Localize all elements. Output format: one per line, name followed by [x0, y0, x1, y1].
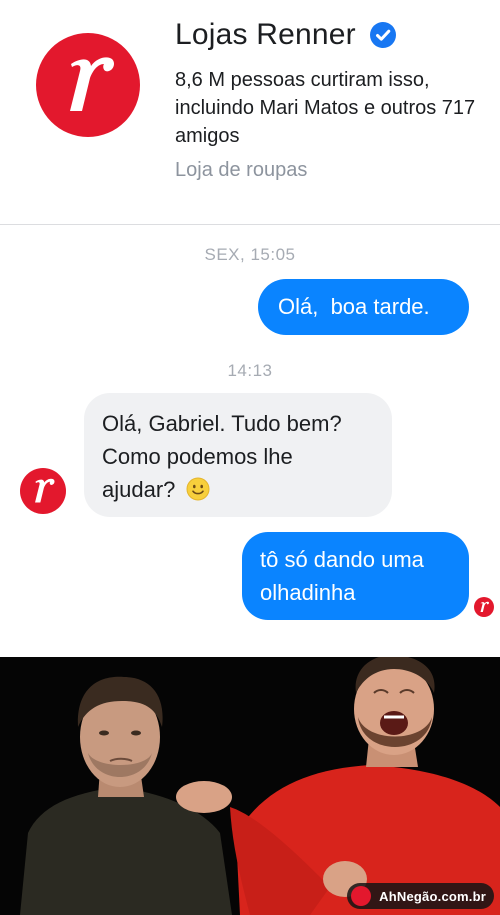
message-text-line: ajudar?: [102, 473, 392, 506]
sender-avatar[interactable]: [20, 468, 66, 514]
incoming-message[interactable]: Olá, Gabriel. Tudo bem? Como podemos lhe…: [84, 393, 392, 517]
message-text-line: Como podemos lhe: [102, 444, 293, 469]
watermark-badge: AhNegão.com.br: [347, 883, 494, 909]
seen-receipt-avatar: [474, 597, 494, 617]
page-title-row: Lojas Renner: [175, 18, 396, 52]
message-timestamp: 14:13: [227, 361, 273, 380]
meme-illustration: [0, 657, 500, 915]
reaction-meme-image: AhNegão.com.br: [0, 657, 500, 915]
renner-logo-icon: [480, 601, 490, 612]
watermark-logo-icon: [351, 886, 372, 906]
slightly-smiling-face-icon: [186, 477, 210, 501]
renner-logo-icon: [70, 57, 115, 111]
page-category: Loja de roupas: [175, 159, 308, 181]
message-text: Olá, boa tarde.: [278, 294, 430, 319]
watermark-text: AhNegão.com.br: [379, 888, 486, 904]
message-timestamp: SEX, 15:05: [204, 245, 296, 264]
verified-badge-icon: [369, 22, 396, 48]
outgoing-message[interactable]: Olá, boa tarde.: [258, 279, 469, 335]
renner-logo-icon: [35, 478, 55, 503]
page-likes-summary: 8,6 M pessoas curtiram isso, incluindo M…: [175, 69, 476, 147]
message-text-line: olhadinha: [260, 580, 356, 605]
page-header: Lojas Renner 8,6 M pessoas curtiram isso…: [0, 0, 500, 225]
message-text-line: tô só dando uma: [260, 547, 424, 572]
message-text-line: Olá, Gabriel. Tudo bem?: [102, 411, 342, 436]
page-name[interactable]: Lojas Renner: [175, 18, 356, 52]
page-avatar[interactable]: [36, 33, 140, 137]
outgoing-message[interactable]: tô só dando uma olhadinha: [242, 532, 469, 620]
